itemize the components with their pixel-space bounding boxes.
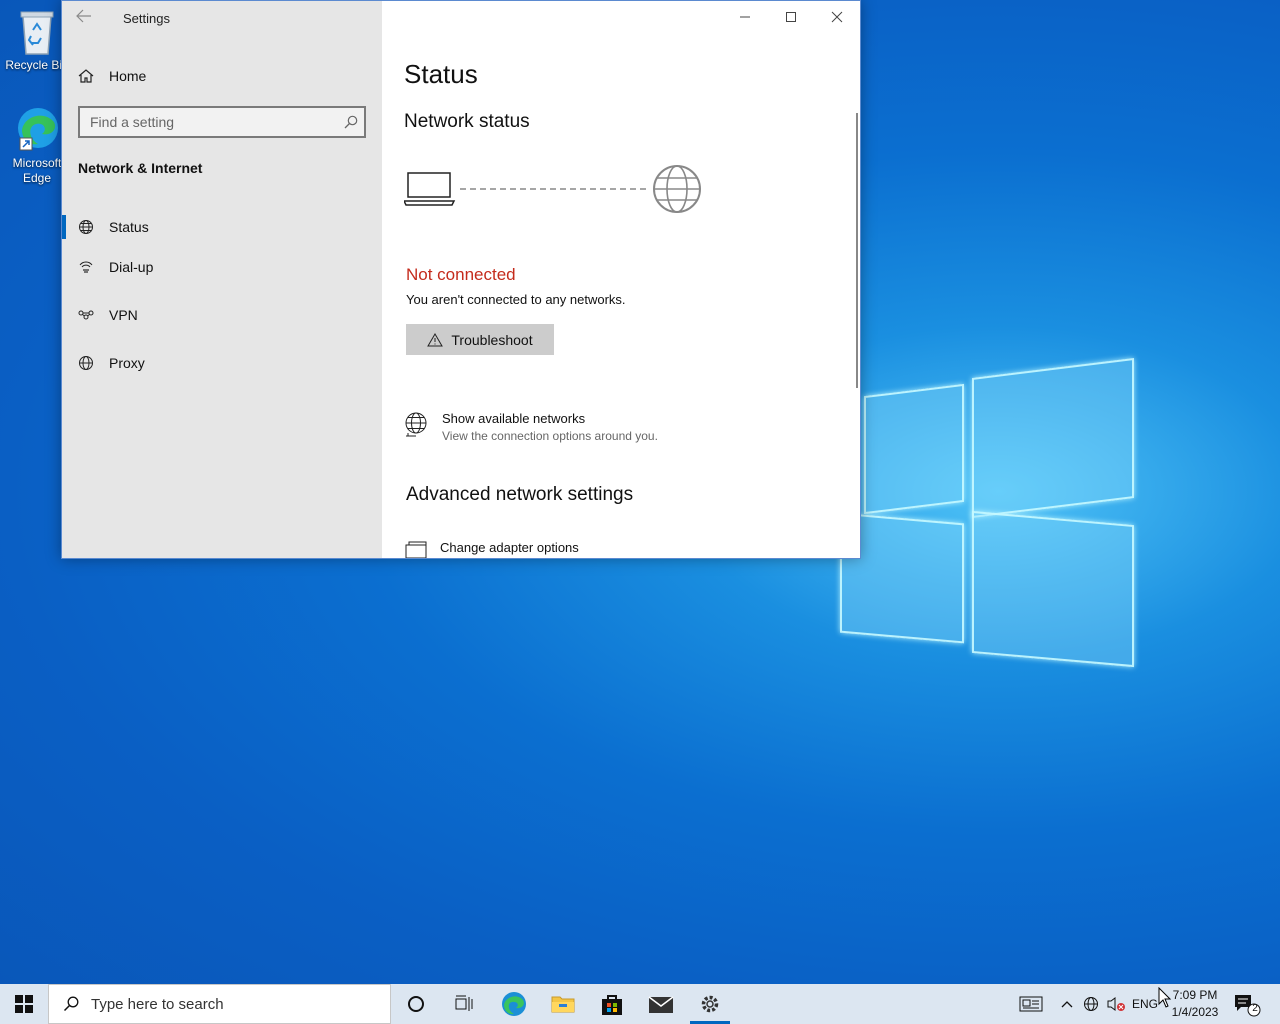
mouse-cursor-icon xyxy=(1158,987,1172,1008)
settings-window: Settings Home Network & Internet Status … xyxy=(61,0,861,559)
clock-time: 7:09 PM xyxy=(1172,988,1218,1002)
maximize-button[interactable] xyxy=(768,1,814,33)
sidebar-item-dial-up[interactable]: Dial-up xyxy=(62,243,382,291)
settings-sidebar: Settings Home Network & Internet Status … xyxy=(62,1,382,558)
maximize-icon xyxy=(786,12,796,22)
taskbar-search-box xyxy=(48,984,391,1024)
troubleshoot-label: Troubleshoot xyxy=(451,331,533,348)
mail-icon xyxy=(648,996,674,1013)
mail-button[interactable] xyxy=(637,984,685,1024)
gear-icon xyxy=(701,995,719,1013)
recycle-bin-icon xyxy=(20,11,54,55)
sidebar-item-label: Dial-up xyxy=(109,259,154,275)
change-adapter-label: Change adapter options xyxy=(440,540,579,555)
show-available-networks-link[interactable]: Show available networks View the connect… xyxy=(404,411,658,443)
taskbar-search-input[interactable] xyxy=(91,989,371,1019)
sidebar-nav: Status Dial-up VPN Proxy xyxy=(62,211,382,387)
desktop-windows-logo xyxy=(838,358,1138,668)
sidebar-item-label: Status xyxy=(109,219,149,235)
show-networks-title: Show available networks xyxy=(442,411,586,426)
troubleshoot-button[interactable]: Troubleshoot xyxy=(406,324,554,355)
store-bag-icon xyxy=(602,995,622,1015)
find-setting-search xyxy=(78,106,366,138)
connection-state: Not connected xyxy=(406,265,516,284)
close-icon xyxy=(831,11,843,23)
network-tray-button[interactable] xyxy=(1082,994,1100,1014)
chevron-up-icon xyxy=(1061,1001,1073,1008)
search-icon[interactable] xyxy=(344,115,358,129)
laptop-icon xyxy=(404,172,456,206)
sidebar-item-vpn[interactable]: VPN xyxy=(62,291,382,339)
language-indicator[interactable]: ENG xyxy=(1130,994,1160,1014)
network-status-diagram xyxy=(404,165,701,213)
content-scrollbar[interactable] xyxy=(856,113,858,388)
windows-logo-icon xyxy=(15,995,33,1013)
folder-icon xyxy=(551,996,575,1013)
search-icon xyxy=(63,996,79,1012)
back-arrow-icon xyxy=(76,9,91,23)
volume-muted-icon xyxy=(1107,997,1125,1011)
page-title: Status xyxy=(404,59,478,89)
vpn-icon xyxy=(78,310,94,320)
home-label: Home xyxy=(109,68,147,84)
start-button[interactable] xyxy=(0,984,48,1024)
taskbar-settings-button[interactable] xyxy=(686,984,734,1024)
close-button[interactable] xyxy=(814,1,860,33)
volume-tray-button[interactable] xyxy=(1106,994,1126,1014)
taskbar-edge-button[interactable] xyxy=(490,984,538,1024)
cortana-button[interactable] xyxy=(392,984,440,1024)
sidebar-item-label: Proxy xyxy=(109,355,145,371)
desktop-icon-label: Recycle Bin xyxy=(5,58,69,72)
clock-date: 1/4/2023 xyxy=(1171,1005,1219,1019)
globe-icon xyxy=(79,356,93,370)
sidebar-item-status[interactable]: Status xyxy=(62,211,382,243)
edge-icon xyxy=(502,992,526,1016)
action-center-button[interactable]: 2 xyxy=(1232,992,1262,1018)
news-widget-button[interactable] xyxy=(1018,994,1044,1014)
show-hidden-icons-button[interactable] xyxy=(1058,994,1076,1014)
adapter-icon xyxy=(405,541,427,558)
warning-icon xyxy=(427,332,444,346)
window-title: Settings xyxy=(123,11,170,26)
file-explorer-button[interactable] xyxy=(539,984,587,1024)
minimize-button[interactable] xyxy=(722,1,768,33)
desktop-icon-label: Microsoft Edge xyxy=(12,156,62,185)
home-icon xyxy=(78,69,94,83)
sidebar-item-proxy[interactable]: Proxy xyxy=(62,339,382,387)
advanced-settings-heading: Advanced network settings xyxy=(406,484,634,505)
network-globe-icon xyxy=(405,412,427,437)
edge-icon xyxy=(18,108,58,151)
globe-icon xyxy=(79,220,93,234)
home-nav-item[interactable]: Home xyxy=(78,65,146,87)
network-status-heading: Network status xyxy=(404,111,530,132)
change-adapter-options-link[interactable]: Change adapter options xyxy=(404,540,579,558)
minimize-icon xyxy=(740,16,750,18)
globe-icon xyxy=(1084,997,1098,1011)
globe-icon xyxy=(653,165,701,213)
store-button[interactable] xyxy=(588,984,636,1024)
taskbar: ENG 7:09 PM 1/4/2023 2 xyxy=(0,984,1280,1024)
show-networks-desc: View the connection options around you. xyxy=(442,429,658,443)
window-controls xyxy=(722,1,860,33)
settings-content: Status Network status Not connected You … xyxy=(382,1,860,558)
dialup-icon xyxy=(79,261,93,273)
sidebar-item-label: VPN xyxy=(109,307,138,323)
find-setting-input[interactable] xyxy=(80,108,330,136)
notification-count: 2 xyxy=(1252,1003,1258,1014)
news-icon xyxy=(1019,996,1043,1012)
connection-description: You aren't connected to any networks. xyxy=(406,292,626,307)
section-title: Network & Internet xyxy=(78,160,203,176)
taskbar-clock[interactable]: 7:09 PM 1/4/2023 xyxy=(1168,987,1222,1021)
task-view-button[interactable] xyxy=(440,984,488,1024)
back-button[interactable] xyxy=(76,9,96,27)
task-view-icon xyxy=(455,995,473,1011)
cortana-icon xyxy=(408,996,424,1012)
